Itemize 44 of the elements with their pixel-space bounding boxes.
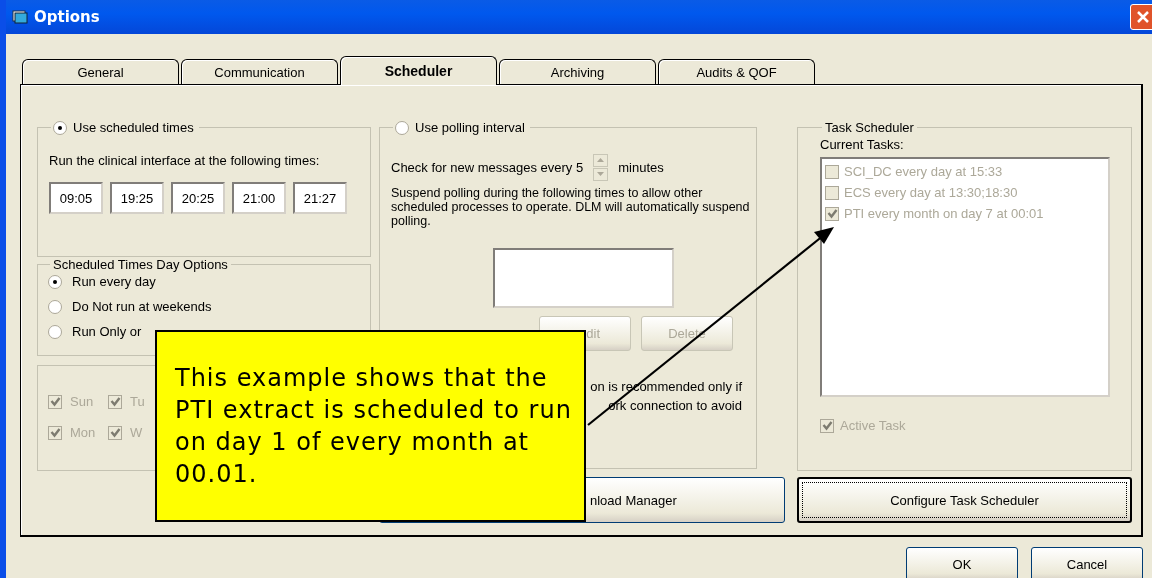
group-title: Task Scheduler — [824, 120, 915, 135]
times-list[interactable] — [493, 248, 674, 308]
suspend-note: Suspend polling during the following times to allow other scheduled processes to operate. DLM will automatically suspend polling. — [391, 186, 751, 228]
dialog-button[interactable]: Cancel — [1031, 547, 1143, 578]
down-arrow-icon — [597, 172, 605, 176]
callout-tooltip: This example shows that the PTI extract is scheduled to run on day 1 of every month at 00.01. — [155, 330, 586, 522]
dialog-button[interactable]: OK — [906, 547, 1018, 578]
tab[interactable]: Audits & QOF — [658, 59, 815, 84]
radio-button[interactable] — [48, 274, 62, 289]
radio-label: Run Only or — [72, 324, 142, 339]
checkbox-label: Tu — [130, 394, 145, 409]
time-field[interactable]: 20:25 — [171, 182, 225, 214]
instruction-text: Run the clinical interface at the following times: — [49, 153, 321, 168]
interval-text: Check for new messages every 5 — [391, 159, 584, 175]
radio-button[interactable] — [395, 120, 409, 135]
close-icon — [1136, 10, 1150, 24]
time-field[interactable]: 21:00 — [232, 182, 286, 214]
group-title: Scheduled Times Day Options — [52, 257, 229, 272]
window-title: Options — [34, 8, 101, 26]
list-label: Current Tasks: — [820, 137, 905, 152]
checkbox-label: Sun — [70, 394, 94, 409]
time-field[interactable]: 09:05 — [49, 182, 103, 214]
radio-label: Run every day — [72, 274, 156, 289]
up-arrow-icon — [597, 158, 605, 162]
checkbox-label: W — [130, 425, 143, 440]
radio-button[interactable] — [53, 120, 67, 135]
tab[interactable]: Communication — [181, 59, 338, 84]
radio-button[interactable] — [48, 299, 62, 314]
radio-button[interactable] — [48, 324, 62, 339]
unit-text: minutes — [618, 159, 664, 175]
close-button[interactable] — [1130, 4, 1152, 30]
checkbox-label: Active Task — [840, 418, 906, 433]
radio-label: Do Not run at weekends — [72, 299, 212, 314]
radio-label: Use polling interval — [415, 120, 525, 135]
time-field[interactable]: 21:27 — [293, 182, 347, 214]
radio-label: Use scheduled times — [73, 120, 194, 135]
tab[interactable]: General — [22, 59, 179, 84]
tab[interactable]: Archiving — [499, 59, 656, 84]
tab[interactable]: Scheduler — [340, 56, 497, 85]
window-icon — [12, 10, 28, 24]
checkbox-label: Mon — [70, 425, 96, 440]
time-field[interactable]: 19:25 — [110, 182, 164, 214]
configure-button[interactable]: Configure Task Scheduler — [797, 477, 1132, 523]
spinner[interactable] — [593, 153, 609, 181]
